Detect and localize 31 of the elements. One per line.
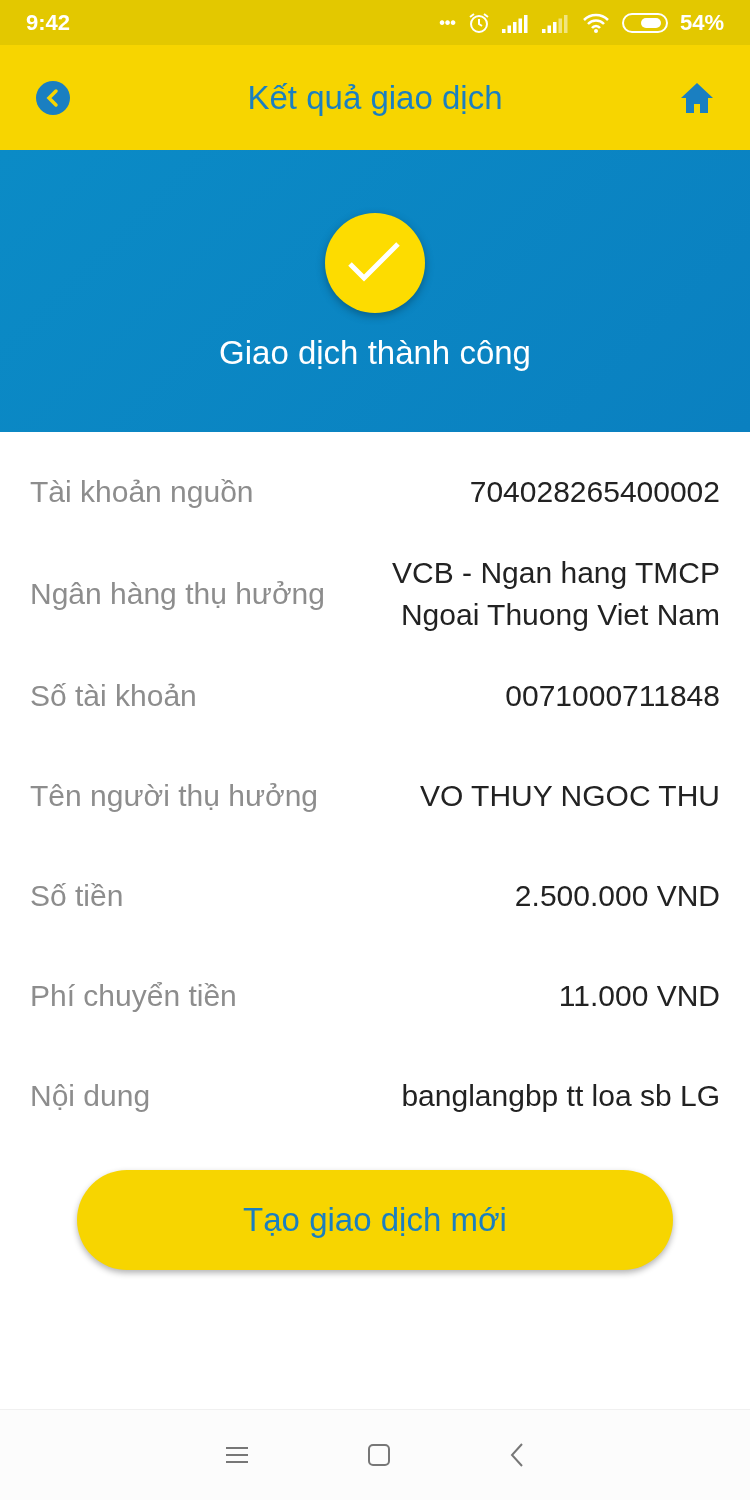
menu-icon[interactable]	[226, 1446, 248, 1464]
back-chevron-icon[interactable]	[510, 1443, 524, 1467]
detail-label: Tên người thụ hưởng	[30, 779, 318, 813]
more-dots: •••	[439, 13, 456, 32]
alarm-clock-icon	[467, 11, 490, 34]
home-square-icon[interactable]	[368, 1444, 390, 1466]
detail-label: Ngân hàng thụ hưởng	[30, 577, 325, 611]
screen-title: Kết quả giao dịch	[247, 78, 503, 117]
battery-percent: 54%	[679, 9, 724, 36]
detail-label: Nội dung	[30, 1079, 151, 1113]
detail-label: Số tiền	[30, 879, 124, 913]
detail-value: 0071000711848	[505, 678, 720, 714]
success-message: Giao dịch thành công	[219, 334, 531, 372]
home-button[interactable]	[680, 81, 714, 114]
battery-icon	[621, 11, 668, 34]
back-button[interactable]	[36, 80, 70, 115]
status-time: 9:42	[26, 9, 71, 36]
wifi-icon	[581, 11, 610, 34]
check-icon	[322, 210, 428, 316]
detail-value: 11.000 VND	[558, 978, 720, 1014]
signal-icon	[541, 12, 570, 33]
detail-value: VCB - Ngan hang TMCP Ngoai Thuong Viet Nam	[391, 555, 720, 633]
signal-icon	[501, 12, 530, 33]
detail-label: Số tài khoản	[30, 679, 197, 713]
detail-value: 704028265400002	[469, 474, 720, 510]
detail-value: 2.500.000 VND	[514, 878, 720, 914]
detail-label: Phí chuyển tiền	[30, 979, 237, 1013]
detail-label: Tài khoản nguồn	[30, 475, 254, 509]
detail-value: VO THUY NGOC THU	[419, 778, 720, 814]
new-transaction-button[interactable]: Tạo giao dịch mới	[77, 1170, 673, 1270]
detail-value: banglangbp tt loa sb LG	[401, 1078, 720, 1114]
